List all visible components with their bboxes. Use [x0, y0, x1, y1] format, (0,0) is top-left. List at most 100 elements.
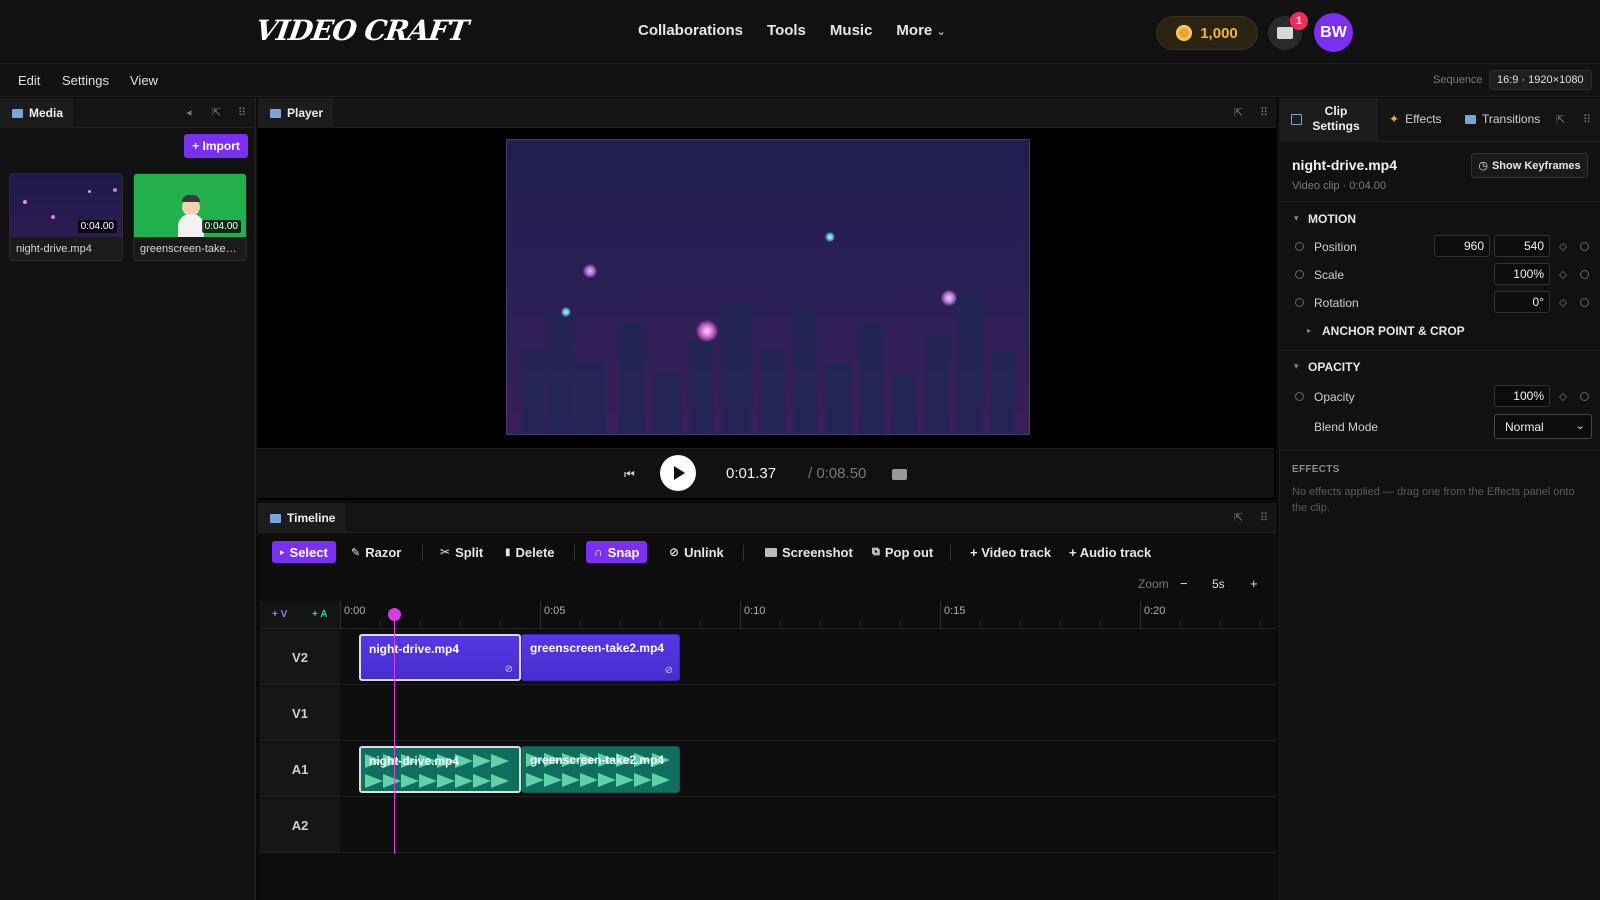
track-label-a1[interactable]: A1: [260, 742, 340, 797]
tab-effects-label: Effects: [1405, 112, 1442, 126]
reset-icon[interactable]: [1580, 298, 1589, 307]
playhead-line[interactable]: [394, 610, 395, 854]
reset-icon[interactable]: [1580, 392, 1589, 401]
razor-label: Razor: [365, 544, 402, 560]
expand-icon[interactable]: ⇱: [1556, 113, 1565, 126]
app-logo[interactable]: VIDEO CRAFT: [254, 14, 470, 47]
opacity-input[interactable]: 100%: [1494, 385, 1550, 407]
anchor-crop-section[interactable]: ANCHOR POINT & CROP: [1322, 324, 1465, 338]
skyline-building: [891, 374, 917, 434]
delete-button[interactable]: ▮ Delete: [497, 541, 563, 563]
nav-collaborations[interactable]: Collaborations: [638, 22, 743, 39]
snap-toggle[interactable]: ∩ Snap: [586, 541, 648, 563]
reset-icon[interactable]: [1580, 270, 1589, 279]
chevron-down-icon[interactable]: ▾: [1294, 213, 1299, 224]
nav-tools[interactable]: Tools: [767, 22, 806, 39]
ruler-label: 0:00: [344, 605, 366, 617]
coin-balance[interactable]: 1,000: [1156, 16, 1258, 50]
ruler-minor-tick: [1220, 620, 1221, 628]
notifications-button[interactable]: 1: [1268, 12, 1308, 50]
ruler-minor-tick: [1020, 620, 1021, 628]
position-x-input[interactable]: 960: [1434, 235, 1490, 257]
screenshot-button[interactable]: Screenshot: [757, 541, 861, 563]
drag-handle-icon[interactable]: ⠿: [1260, 511, 1268, 524]
video-clip-night-drive[interactable]: night-drive.mp4 ⊘: [359, 634, 521, 681]
rotation-input[interactable]: 0°: [1494, 291, 1550, 313]
user-avatar[interactable]: BW: [1314, 13, 1353, 52]
add-audio-track-button[interactable]: + Audio track: [1061, 541, 1159, 563]
ruler-minor-tick: [1060, 620, 1061, 628]
audio-clip-night-drive[interactable]: night-drive.mp4: [359, 746, 521, 793]
video-preview[interactable]: [506, 139, 1030, 435]
tab-clip-settings[interactable]: Clip Settings: [1291, 98, 1379, 140]
tab-timeline[interactable]: Timeline: [258, 503, 346, 533]
stopwatch-icon[interactable]: [1295, 270, 1304, 279]
tab-transitions[interactable]: Transitions: [1465, 98, 1540, 140]
player-panel-header: Player ⇱ ⠿: [258, 98, 1276, 128]
collapse-icon[interactable]: ◂: [186, 106, 192, 119]
add-video-track-button[interactable]: + Video track: [962, 541, 1059, 563]
menu-settings[interactable]: Settings: [62, 73, 109, 88]
chevron-down-icon[interactable]: ▾: [1294, 361, 1299, 372]
scale-label: Scale: [1314, 268, 1345, 282]
tab-clip-settings-label: Clip Settings: [1312, 104, 1360, 133]
tab-media-label: Media: [29, 106, 64, 120]
chevron-right-icon[interactable]: ▸: [1307, 326, 1311, 335]
orb-icon: [51, 215, 55, 219]
sequence-format[interactable]: 16:9 · 1920×1080: [1489, 70, 1592, 90]
drag-handle-icon[interactable]: ⠿: [238, 106, 246, 119]
popout-button[interactable]: ⧉ Pop out: [864, 541, 941, 563]
expand-icon[interactable]: ⇱: [1234, 511, 1243, 524]
add-video-button[interactable]: + V: [272, 609, 287, 620]
media-item-greenscreen[interactable]: 0:04.00 greenscreen-take…: [133, 173, 247, 261]
timeline-ruler[interactable]: 0:00 0:05 0:10 0:15 0:20: [340, 601, 1276, 629]
motion-section-title[interactable]: MOTION: [1308, 212, 1356, 226]
scale-input[interactable]: 100%: [1494, 263, 1550, 285]
media-item-night-drive[interactable]: 0:04.00 night-drive.mp4: [9, 173, 123, 261]
playhead-handle[interactable]: [388, 608, 401, 621]
play-button[interactable]: [660, 455, 696, 491]
split-button[interactable]: ✂ Split: [432, 541, 491, 563]
skyline-building: [689, 340, 713, 434]
cursor-icon: ▸: [280, 546, 285, 557]
tab-effects[interactable]: ✦ Effects: [1389, 98, 1442, 140]
audio-clip-greenscreen[interactable]: greenscreen-take2.mp4: [521, 746, 680, 793]
add-audio-button[interactable]: + A: [312, 609, 327, 620]
track-a2[interactable]: [340, 798, 1276, 853]
stopwatch-icon[interactable]: [1295, 242, 1304, 251]
zoom-in-button[interactable]: +: [1250, 576, 1258, 591]
camera-icon[interactable]: [892, 469, 907, 480]
clip-name: night-drive.mp4: [369, 642, 460, 656]
razor-tool-button[interactable]: ✎ Razor: [343, 541, 409, 563]
zoom-out-button[interactable]: −: [1180, 576, 1188, 591]
tab-player[interactable]: Player: [258, 98, 334, 128]
select-tool-button[interactable]: ▸ Select: [272, 541, 336, 563]
track-v1[interactable]: [340, 686, 1276, 741]
track-label-a2[interactable]: A2: [260, 798, 340, 853]
menu-view[interactable]: View: [130, 73, 158, 88]
nav-more[interactable]: More ⌄: [896, 22, 945, 39]
menu-edit[interactable]: Edit: [18, 73, 40, 88]
opacity-section-title[interactable]: OPACITY: [1308, 360, 1360, 374]
video-clip-greenscreen[interactable]: greenscreen-take2.mp4 ⊘: [521, 634, 680, 681]
import-button[interactable]: + Import: [184, 134, 248, 158]
stopwatch-icon[interactable]: [1295, 392, 1304, 401]
toolbar-divider: [422, 545, 423, 561]
nav-music[interactable]: Music: [830, 22, 873, 39]
track-label-v2[interactable]: V2: [260, 630, 340, 685]
blend-mode-select[interactable]: Normal ⌄: [1494, 414, 1592, 439]
tab-media[interactable]: Media: [0, 98, 74, 128]
track-label-v1[interactable]: V1: [260, 686, 340, 741]
show-keyframes-button[interactable]: ◷ Show Keyframes: [1471, 153, 1588, 178]
reset-icon[interactable]: [1580, 242, 1589, 251]
expand-icon[interactable]: ⇱: [1234, 106, 1243, 119]
unlink-button[interactable]: ⊘ Unlink: [661, 541, 732, 563]
position-y-input[interactable]: 540: [1494, 235, 1550, 257]
ruler-minor-tick: [660, 620, 661, 628]
skyline-building: [575, 362, 605, 434]
drag-handle-icon[interactable]: ⠿: [1260, 106, 1268, 119]
stopwatch-icon[interactable]: [1295, 298, 1304, 307]
drag-handle-icon[interactable]: ⠿: [1583, 113, 1591, 126]
expand-icon[interactable]: ⇱: [212, 106, 221, 119]
skip-back-icon[interactable]: ⏮: [624, 467, 635, 482]
